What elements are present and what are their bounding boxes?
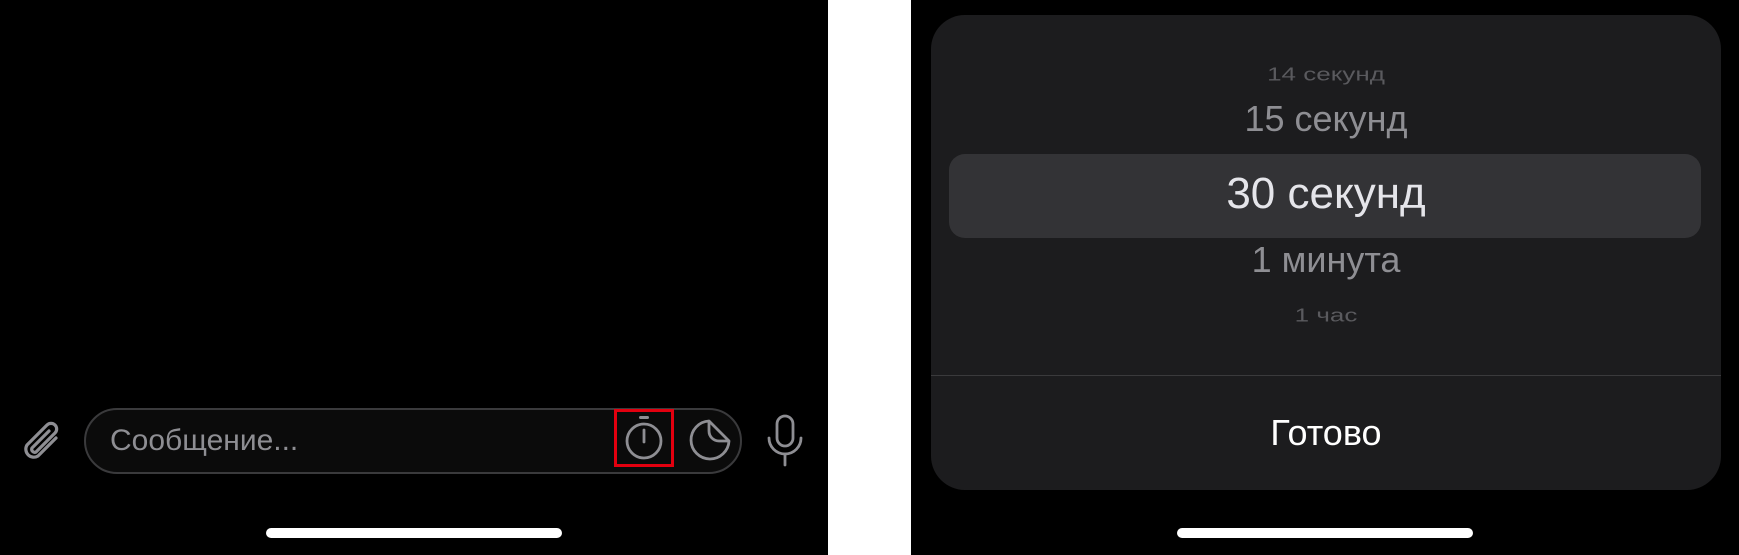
picker-item[interactable]: 15 секунд	[931, 98, 1721, 140]
message-input[interactable]	[110, 410, 590, 472]
voice-message-button[interactable]	[760, 413, 810, 469]
picker-item[interactable]: 1 минута	[931, 239, 1721, 281]
sticker-button[interactable]	[685, 415, 735, 465]
microphone-icon	[767, 414, 803, 467]
home-indicator[interactable]	[1177, 528, 1473, 538]
chat-screen	[0, 0, 828, 555]
picker-item-selected[interactable]: 30 секунд	[931, 169, 1721, 219]
done-button[interactable]: Готово	[931, 376, 1721, 490]
timer-picker-screen: 14 секунд 15 секунд 30 секунд 1 минута 1…	[911, 0, 1739, 555]
picker-item[interactable]: 14 секунд	[931, 64, 1721, 86]
home-indicator[interactable]	[266, 528, 562, 538]
sticker-icon	[689, 419, 731, 461]
stopwatch-icon	[625, 416, 663, 460]
picker-item[interactable]: 1 час	[931, 305, 1721, 327]
attach-button[interactable]	[18, 418, 68, 468]
paperclip-icon	[24, 421, 59, 459]
self-destruct-timer-button[interactable]	[614, 409, 674, 467]
timer-picker-sheet: 14 секунд 15 секунд 30 секунд 1 минута 1…	[931, 15, 1721, 490]
